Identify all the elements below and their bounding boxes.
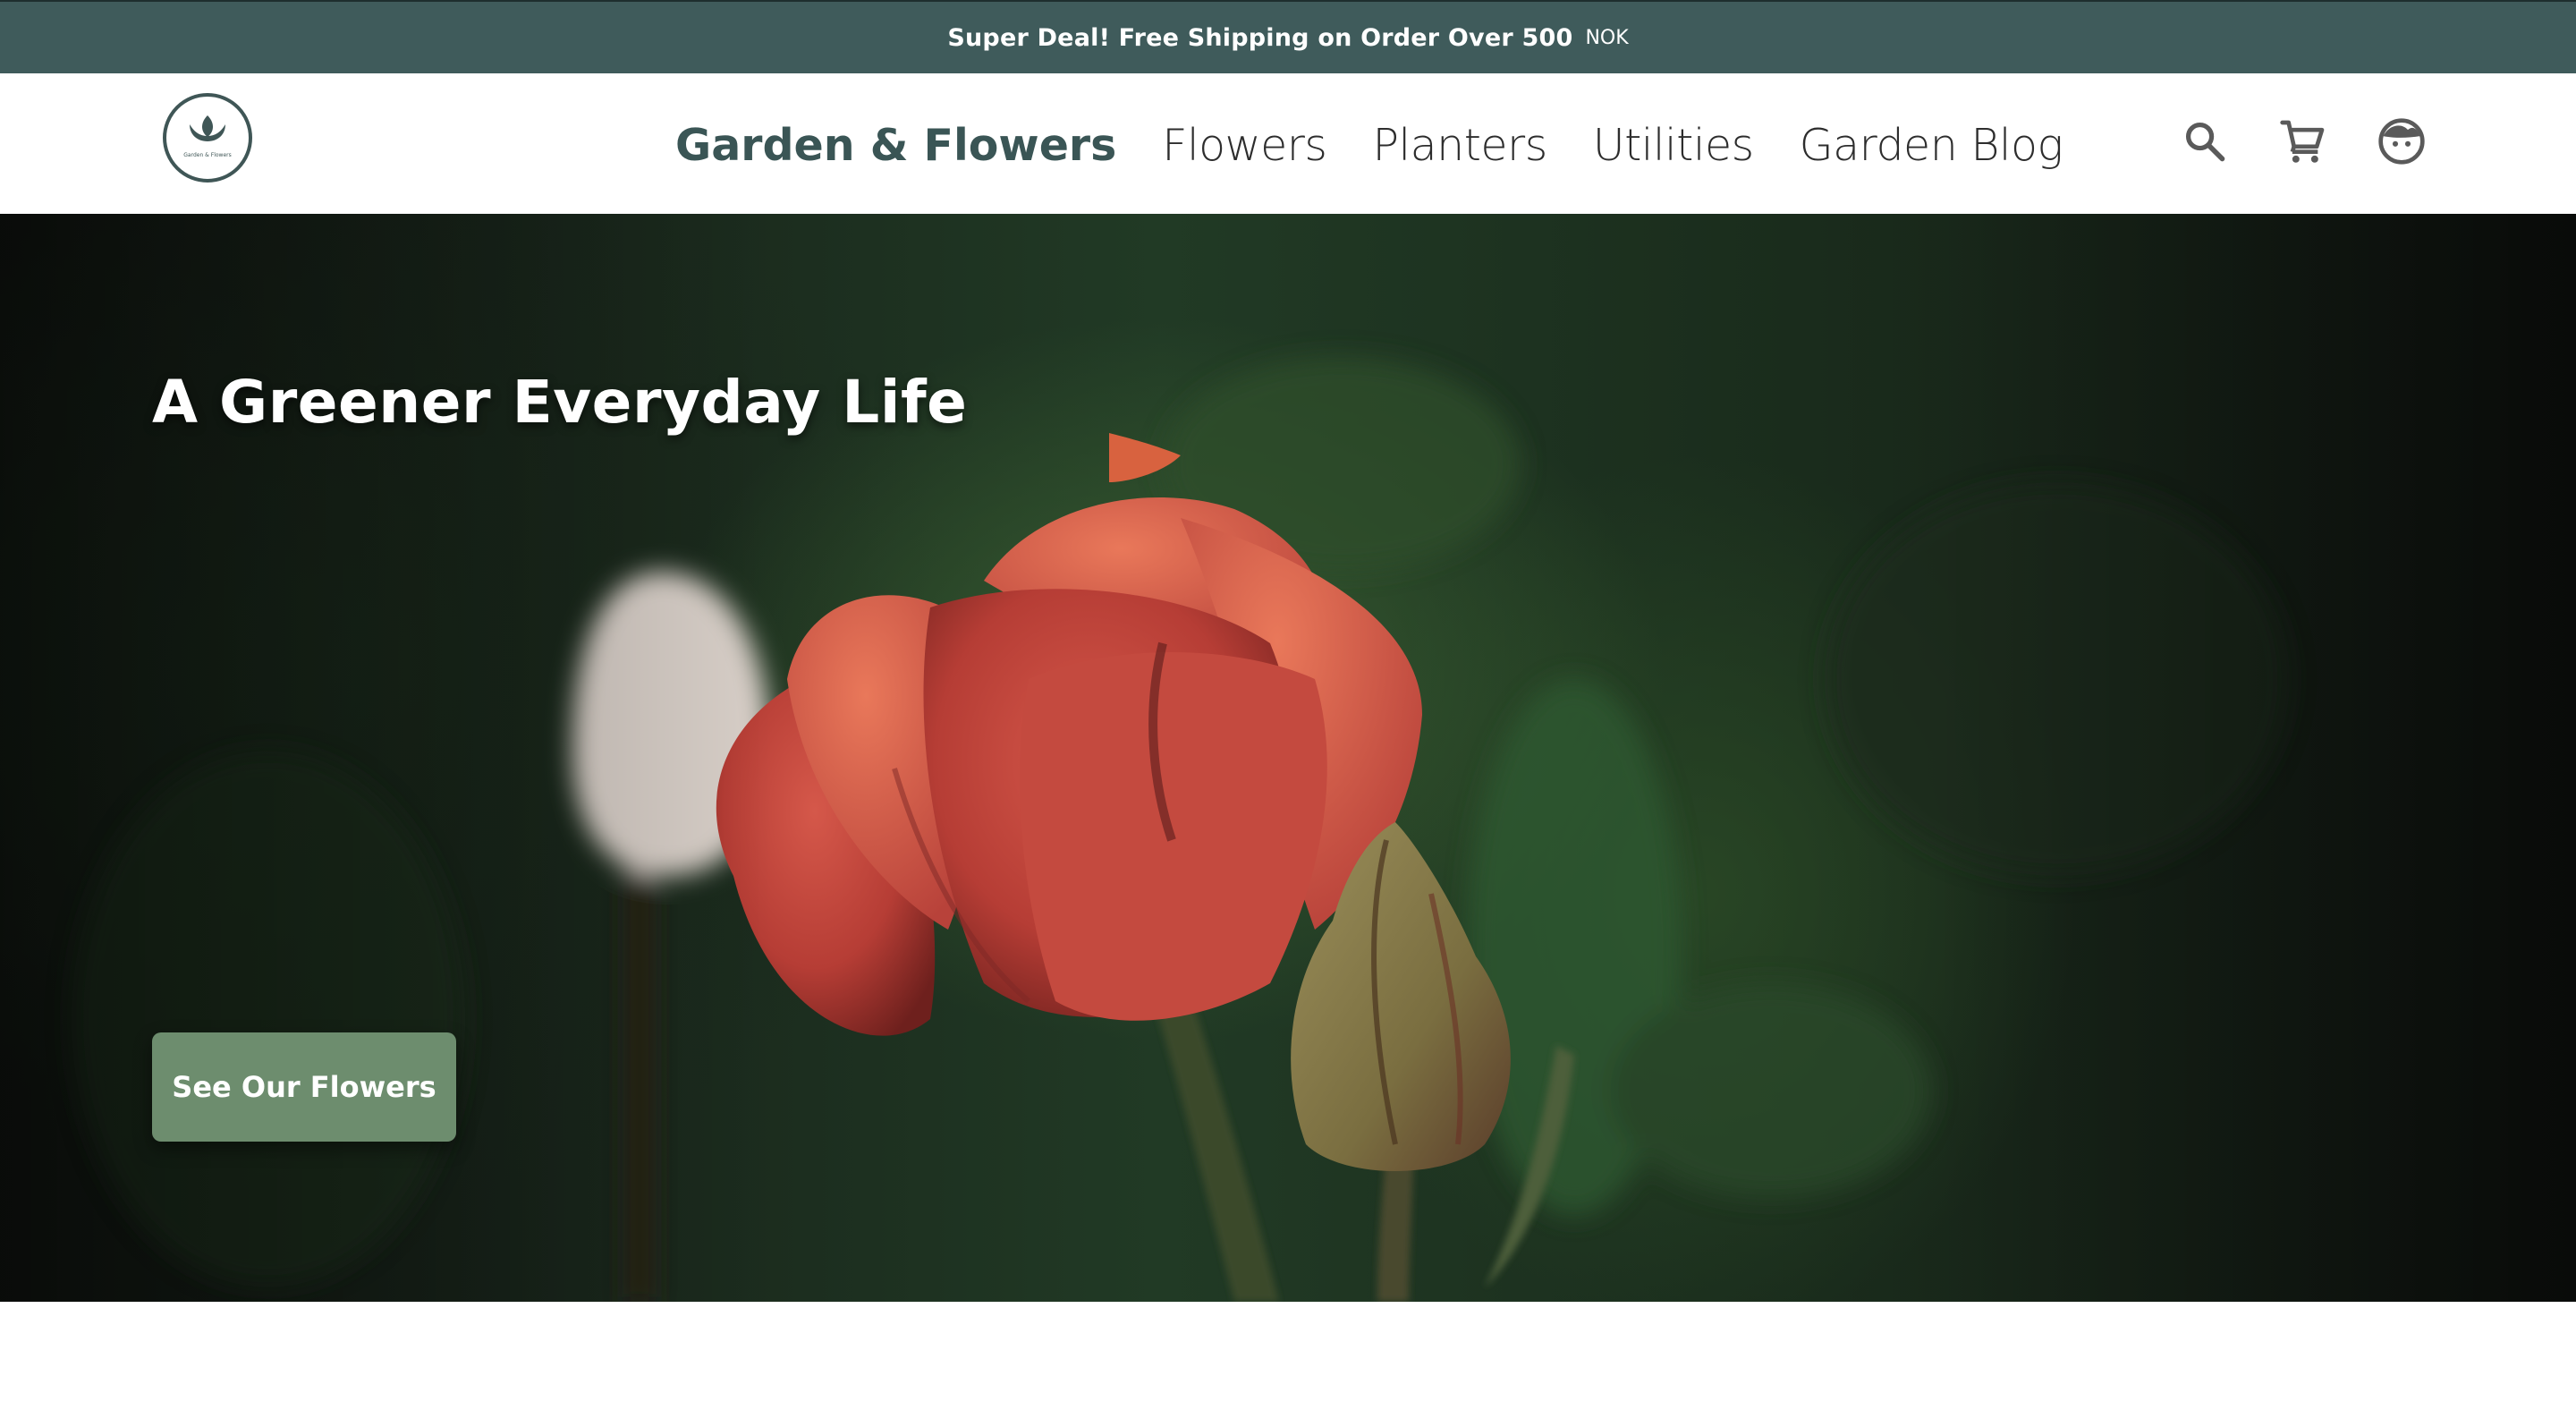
see-our-flowers-button[interactable]: See Our Flowers — [152, 1032, 456, 1142]
nav-utilities[interactable]: Utilities — [1593, 120, 1754, 171]
cart-button[interactable] — [2277, 115, 2329, 167]
promo-banner: Super Deal! Free Shipping on Order Over … — [0, 0, 2576, 73]
account-icon — [2378, 118, 2425, 165]
nav-garden-blog[interactable]: Garden Blog — [1800, 120, 2063, 171]
cart-icon — [2280, 120, 2325, 163]
page-content-area — [0, 1302, 2576, 1410]
search-button[interactable] — [2179, 115, 2231, 167]
promo-text: Super Deal! Free Shipping on Order Over … — [947, 23, 1573, 52]
search-icon — [2185, 122, 2225, 162]
hero-banner: A Greener Everyday Life See Our Flowers — [0, 214, 2576, 1302]
account-button[interactable] — [2376, 115, 2428, 167]
logo[interactable]: Garden & Flowers — [163, 93, 252, 183]
promo-currency: NOK — [1585, 26, 1629, 49]
nav-planters[interactable]: Planters — [1372, 120, 1547, 171]
lotus-icon — [190, 115, 225, 141]
logo-caption: Garden & Flowers — [183, 152, 232, 158]
hero-title: A Greener Everyday Life — [152, 368, 968, 437]
site-header: Garden & Flowers Garden & Flowers Flower… — [0, 73, 2576, 214]
nav-home[interactable]: Garden & Flowers — [675, 120, 1116, 171]
header-actions — [2179, 109, 2428, 174]
main-nav: Garden & Flowers Flowers Planters Utilit… — [675, 113, 2108, 177]
nav-flowers[interactable]: Flowers — [1162, 120, 1327, 171]
